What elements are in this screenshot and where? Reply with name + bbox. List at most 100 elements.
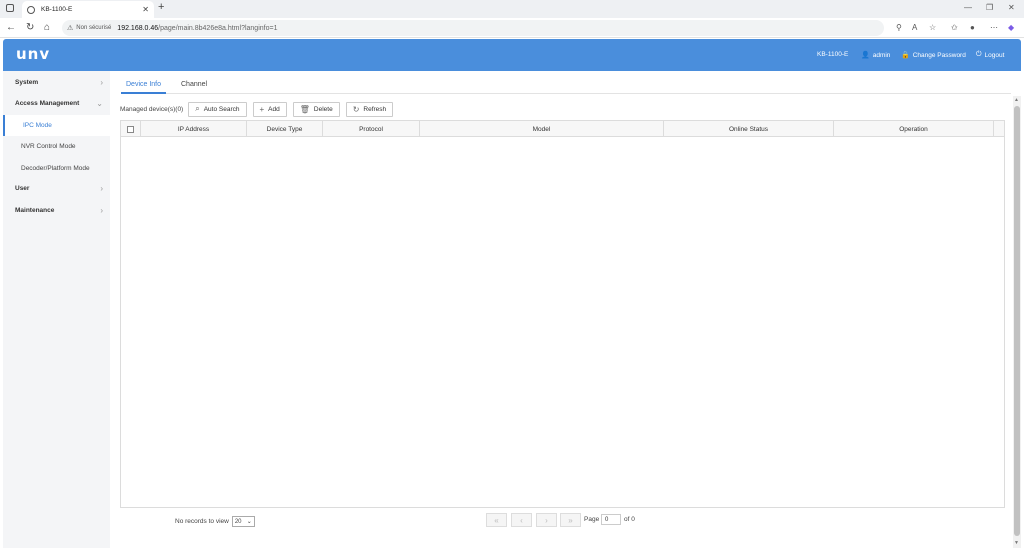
user-icon: 👤: [861, 52, 870, 59]
tab-device-info[interactable]: Device Info: [126, 81, 161, 88]
url-path: /page/main.8b426e8a.html?langinfo=1: [158, 24, 278, 32]
first-page-button[interactable]: «: [486, 513, 507, 527]
device-name-text: KB-1100-E: [817, 51, 849, 58]
trash-icon: 🗑: [299, 104, 310, 114]
add-button[interactable]: + Add: [252, 101, 287, 117]
copilot-icon[interactable]: ◆: [1008, 23, 1014, 32]
menu-system-label: System: [15, 79, 39, 86]
menu-access-management[interactable]: Access Management ⌄: [3, 93, 110, 114]
column-operation[interactable]: Operation: [834, 121, 994, 137]
page-scrollbar[interactable]: ▲ ▼: [1013, 96, 1021, 548]
home-icon[interactable]: ⌂: [44, 22, 50, 33]
chevron-down-icon: ⌄: [246, 519, 252, 525]
auto-search-button[interactable]: ⌕ Auto Search: [188, 101, 247, 117]
select-all-checkbox[interactable]: [127, 125, 134, 133]
brand-logo: unv: [16, 45, 51, 63]
menu-access-management-label: Access Management: [15, 100, 80, 107]
chevron-down-icon: ⌄: [96, 99, 103, 108]
column-device-type[interactable]: Device Type: [247, 121, 323, 137]
menu-decoder-platform-mode[interactable]: Decoder/Platform Mode: [3, 158, 110, 179]
device-toolbar: Managed device(s)(0) ⌕ Auto Search + Add 🗑…: [120, 101, 399, 117]
user-menu[interactable]: 👤 admin: [861, 51, 891, 60]
no-records-label: No records to view: [175, 518, 229, 525]
minimize-icon[interactable]: —: [964, 3, 972, 12]
url-host: 192.168.0.46: [117, 24, 159, 32]
refresh-button[interactable]: ↻ Refresh: [345, 101, 394, 117]
menu-ipc-mode[interactable]: IPC Mode: [3, 115, 110, 136]
profile-avatar-icon[interactable]: ●: [970, 23, 975, 32]
menu-user-label: User: [15, 185, 30, 192]
warning-icon: ⚠: [67, 25, 74, 32]
user-name: admin: [872, 51, 891, 59]
browser-tab[interactable]: KB-1100-E ✕: [22, 1, 154, 18]
next-page-button[interactable]: ›: [536, 513, 557, 527]
favorite-star-icon[interactable]: ☆: [929, 23, 936, 32]
auto-search-label: Auto Search: [203, 105, 240, 113]
close-window-icon[interactable]: ✕: [1008, 3, 1015, 12]
menu-decoder-platform-mode-label: Decoder/Platform Mode: [21, 165, 90, 172]
table-header: IP Address Device Type Protocol Model On…: [121, 121, 1004, 137]
menu-nvr-control-mode-label: NVR Control Mode: [21, 143, 76, 150]
first-page-icon: «: [494, 515, 499, 525]
scroll-up-icon[interactable]: ▲: [1014, 97, 1019, 103]
restore-icon[interactable]: ❐: [986, 3, 993, 12]
menu-user[interactable]: User ›: [3, 178, 110, 199]
menu-system[interactable]: System ›: [3, 72, 110, 93]
page-size-value: 20: [234, 518, 242, 525]
records-info: No records to view 20 ⌄: [175, 516, 255, 527]
device-table: IP Address Device Type Protocol Model On…: [120, 120, 1005, 508]
app-header: unv KB-1100-E 👤 admin 🔒 Change Password ⏻ L…: [3, 39, 1021, 71]
read-aloud-icon[interactable]: A: [912, 23, 917, 32]
sidebar-toggle-icon[interactable]: [6, 4, 14, 12]
address-bar-row: ← ↻ ⌂ ⚠ Non sécurisé 192.168.0.46/page/m…: [0, 18, 1024, 38]
plus-icon: +: [259, 104, 265, 114]
logout-label: Logout: [984, 51, 1005, 59]
close-tab-icon[interactable]: ✕: [142, 5, 149, 14]
page-number-input[interactable]: 0: [601, 514, 621, 525]
scroll-down-icon[interactable]: ▼: [1014, 540, 1019, 546]
last-page-icon: »: [568, 515, 573, 525]
change-password-link[interactable]: 🔒 Change Password: [901, 51, 966, 60]
globe-icon: [27, 5, 35, 14]
tab-channel[interactable]: Channel: [181, 81, 207, 88]
new-tab-button[interactable]: +: [158, 1, 164, 13]
scrollbar-thumb[interactable]: [1014, 106, 1020, 536]
url-text: 192.168.0.46/page/main.8b426e8a.html?lan…: [117, 25, 277, 32]
browser-tab-title: KB-1100-E: [41, 6, 73, 13]
chevron-left-icon: ‹: [520, 515, 523, 525]
menu-nvr-control-mode[interactable]: NVR Control Mode: [3, 136, 110, 157]
key-icon[interactable]: ⚲: [896, 23, 902, 32]
last-page-button[interactable]: »: [560, 513, 581, 527]
column-protocol[interactable]: Protocol: [323, 121, 420, 137]
page-size-select[interactable]: 20 ⌄: [231, 516, 255, 527]
url-field[interactable]: ⚠ Non sécurisé 192.168.0.46/page/main.8b…: [62, 20, 884, 36]
reload-icon[interactable]: ↻: [26, 22, 34, 33]
device-name: KB-1100-E: [817, 51, 848, 58]
back-icon[interactable]: ←: [6, 22, 16, 33]
column-online-status[interactable]: Online Status: [664, 121, 834, 137]
prev-page-button[interactable]: ‹: [511, 513, 532, 527]
content-tabs: Device Info Channel: [121, 77, 1011, 94]
logout-icon: ⏻: [976, 51, 982, 58]
refresh-label: Refresh: [363, 105, 387, 113]
favorites-icon[interactable]: ✩: [951, 23, 958, 32]
not-secure-label: Non sécurisé: [76, 25, 112, 31]
chevron-right-icon: ›: [100, 184, 103, 193]
column-model[interactable]: Model: [420, 121, 664, 137]
column-ip-address[interactable]: IP Address: [141, 121, 247, 137]
page-total-label: of 0: [624, 516, 635, 523]
logout-link[interactable]: ⏻ Logout: [976, 51, 1004, 59]
add-label: Add: [268, 105, 280, 113]
menu-maintenance-label: Maintenance: [15, 207, 55, 214]
page-label: Page: [584, 516, 600, 523]
chevron-right-icon: ›: [100, 78, 103, 87]
change-password-label: Change Password: [912, 51, 966, 59]
browser-tab-strip: KB-1100-E ✕ + — ❐ ✕: [0, 0, 1024, 18]
delete-button[interactable]: 🗑 Delete: [292, 101, 340, 117]
more-menu-icon[interactable]: ⋯: [990, 23, 998, 32]
menu-maintenance[interactable]: Maintenance ›: [3, 200, 110, 221]
select-all-cell: [121, 121, 141, 137]
chevron-right-icon: ›: [545, 515, 548, 525]
left-menu: System › Access Management ⌄ IPC Mode NVR …: [3, 71, 110, 548]
delete-label: Delete: [313, 105, 333, 113]
